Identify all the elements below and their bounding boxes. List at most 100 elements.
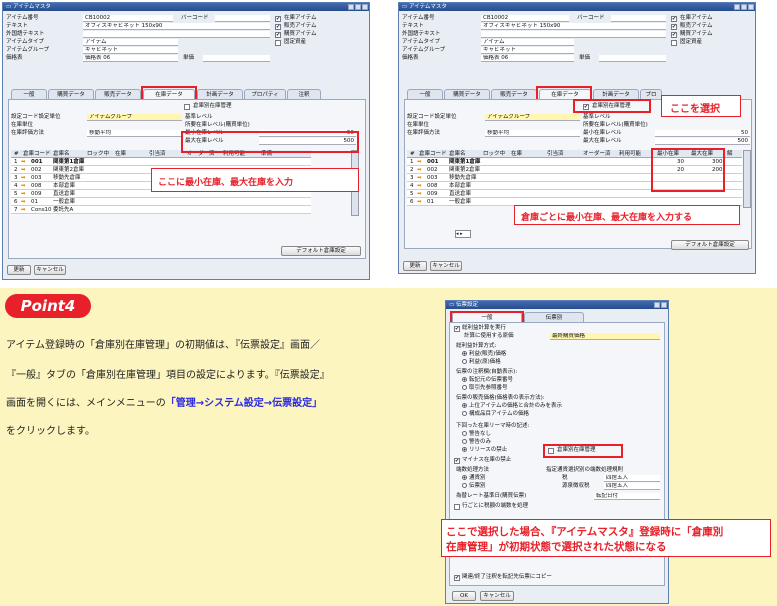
text-field[interactable]: オフィスキャビネット 150x90: [83, 23, 270, 30]
hscroll-arrows-icon[interactable]: ◂ ▸: [455, 230, 471, 238]
inventory-item-checkbox[interactable]: ✔: [275, 16, 281, 22]
tab-properties[interactable]: プロパティ: [244, 89, 286, 99]
ok-button[interactable]: OK: [452, 591, 476, 601]
barcode-field[interactable]: [215, 15, 270, 22]
base-price-select[interactable]: 最終購買価格: [550, 333, 660, 340]
tab-general[interactable]: 一般: [407, 89, 443, 99]
tax-select[interactable]: 四捨五入: [604, 475, 660, 482]
alert-option-1[interactable]: 警告なし: [462, 431, 491, 438]
item-type-select[interactable]: アイテム: [481, 39, 574, 46]
unit-price-field[interactable]: [599, 55, 666, 62]
withholding-select[interactable]: 四捨五入: [604, 483, 660, 490]
radio-icon[interactable]: [462, 403, 467, 408]
tab-sales[interactable]: 販売データ: [95, 89, 141, 99]
fixed-asset-checkbox[interactable]: [275, 40, 281, 46]
radio-icon[interactable]: [462, 385, 467, 390]
maximize-button[interactable]: [355, 4, 361, 10]
table-row[interactable]: 6 ➡ 01 一般倉庫: [11, 198, 311, 206]
table-row[interactable]: 1 ➡ 001 関東第1倉庫: [11, 158, 311, 166]
row-arrow-icon[interactable]: ➡: [417, 190, 422, 198]
maximize-button[interactable]: [741, 4, 747, 10]
price-option-1[interactable]: 利益(販売)価格: [462, 351, 506, 358]
line-rounding-checkbox[interactable]: [454, 504, 460, 510]
fixed-asset-checkbox[interactable]: [671, 40, 677, 46]
item-no-field[interactable]: CB10002: [481, 15, 569, 22]
max-level-field[interactable]: 500: [655, 138, 750, 145]
sales-item-checkbox[interactable]: ✔: [275, 24, 281, 30]
cancel-button[interactable]: キャンセル: [430, 261, 462, 271]
close-button[interactable]: [362, 4, 368, 10]
pick-option-2[interactable]: 取引先参照番号: [462, 385, 508, 392]
tab-purchasing[interactable]: 購買データ: [444, 89, 490, 99]
table-row[interactable]: 7 ➡ Cons10 委託先A: [11, 206, 311, 214]
price-list-select[interactable]: 価格表 06: [481, 55, 574, 62]
inventory-item-checkbox[interactable]: ✔: [671, 16, 677, 22]
row-arrow-icon[interactable]: ➡: [21, 198, 26, 206]
radio-icon[interactable]: [462, 411, 467, 416]
minimize-button[interactable]: [348, 4, 354, 10]
radio-icon[interactable]: [462, 351, 467, 356]
alert-option-2[interactable]: 警告のみ: [462, 439, 491, 446]
radio-icon[interactable]: [462, 447, 467, 452]
row-arrow-icon[interactable]: ➡: [417, 198, 422, 206]
min-level-field[interactable]: 50: [655, 130, 750, 137]
close-button[interactable]: [748, 4, 754, 10]
pick-option-1[interactable]: 転記元の伝票番号: [462, 377, 513, 384]
item-type-select[interactable]: アイテム: [83, 39, 178, 46]
minimize-button[interactable]: [654, 302, 660, 308]
row-arrow-icon[interactable]: ➡: [21, 166, 26, 174]
tab-general[interactable]: 一般: [11, 89, 47, 99]
row-arrow-icon[interactable]: ➡: [21, 182, 26, 190]
row-arrow-icon[interactable]: ➡: [417, 166, 422, 174]
text-field[interactable]: オフィスキャビネット 150x90: [481, 23, 666, 30]
minimize-button[interactable]: [734, 4, 740, 10]
purchase-item-checkbox[interactable]: ✔: [275, 32, 281, 38]
tab-by-document[interactable]: 伝票別: [524, 312, 584, 322]
item-group-select[interactable]: キャビネット: [83, 47, 178, 54]
barcode-field[interactable]: [611, 15, 666, 22]
tab-planning[interactable]: 計画データ: [197, 89, 243, 99]
radio-icon[interactable]: [462, 483, 467, 488]
row-arrow-icon[interactable]: ➡: [21, 190, 26, 198]
tab-remarks[interactable]: 注釈: [287, 89, 321, 99]
foreign-text-field[interactable]: [481, 31, 666, 38]
cancel-button[interactable]: キャンセル: [480, 591, 514, 601]
close-button[interactable]: [661, 302, 667, 308]
gross-profit-checkbox[interactable]: ✔: [454, 326, 460, 332]
grid-scrollbar[interactable]: [743, 150, 751, 208]
row-arrow-icon[interactable]: ➡: [417, 182, 422, 190]
update-button[interactable]: 更新: [7, 265, 31, 275]
display-option-1[interactable]: 上位アイテムの価格と合計のみを表示: [462, 403, 562, 410]
valuation-method-select[interactable]: 移動平均: [485, 130, 580, 137]
valuation-method-select[interactable]: 移動平均: [87, 130, 182, 137]
item-no-field[interactable]: CB10002: [83, 15, 173, 22]
warehouse-mgmt-checkbox[interactable]: [184, 104, 190, 110]
unit-price-field[interactable]: [203, 55, 270, 62]
round-option-2[interactable]: 伝票別: [462, 483, 486, 490]
radio-icon[interactable]: [462, 359, 467, 364]
purchase-item-checkbox[interactable]: ✔: [671, 32, 677, 38]
setting-unit-select[interactable]: アイテムグループ: [485, 114, 580, 121]
tab-properties[interactable]: プロ: [640, 89, 662, 99]
copy-remarks-checkbox[interactable]: ✔: [454, 575, 460, 581]
radio-icon[interactable]: [462, 475, 467, 480]
row-arrow-icon[interactable]: ➡: [21, 206, 26, 214]
radio-icon[interactable]: [462, 439, 467, 444]
row-arrow-icon[interactable]: ➡: [417, 158, 422, 166]
alert-option-3[interactable]: リリースの禁止: [462, 447, 507, 454]
update-button[interactable]: 更新: [403, 261, 427, 271]
foreign-text-field[interactable]: [83, 31, 270, 38]
cancel-button[interactable]: キャンセル: [34, 265, 66, 275]
round-option-1[interactable]: 通貨別: [462, 475, 486, 482]
price-option-2[interactable]: 利益(原)価格: [462, 359, 501, 366]
radio-icon[interactable]: [462, 377, 467, 382]
display-option-2[interactable]: 構成品目アイテムの価格: [462, 411, 529, 418]
price-list-select[interactable]: 価格表 06: [83, 55, 178, 62]
setting-unit-select[interactable]: アイテムグループ: [87, 114, 182, 121]
rate-date-select[interactable]: 転記日付: [594, 493, 660, 500]
default-warehouse-button[interactable]: デフォルト倉庫設定: [281, 246, 361, 256]
row-arrow-icon[interactable]: ➡: [417, 174, 422, 182]
negative-stock-checkbox[interactable]: ✔: [454, 458, 460, 464]
tab-sales[interactable]: 販売データ: [491, 89, 537, 99]
sales-item-checkbox[interactable]: ✔: [671, 24, 677, 30]
